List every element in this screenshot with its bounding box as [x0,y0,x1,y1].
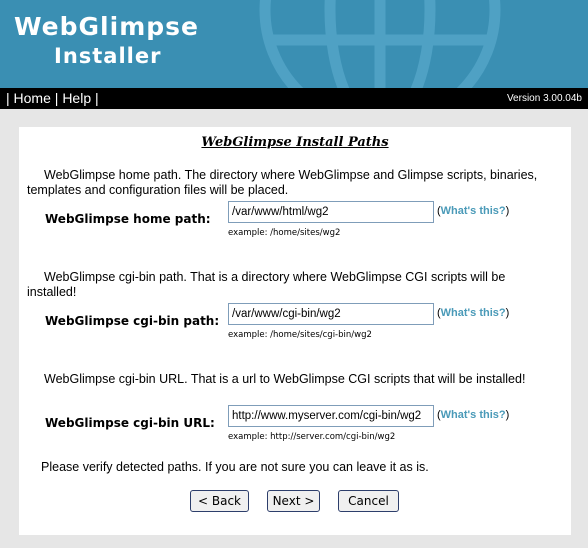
cgi-path-description: WebGlimpse cgi-bin path. That is a direc… [27,270,506,299]
page-title-text: WebGlimpse Install Paths [201,135,389,150]
whats-this-link[interactable]: What's this? [441,205,506,217]
whats-this-link[interactable]: What's this? [441,307,506,319]
version-label: Version 3.00.04b [506,93,582,104]
logo-subtitle: Installer [54,44,162,68]
next-button[interactable]: Next > [267,490,320,512]
nav-help-link[interactable]: Help [62,90,91,106]
cgi-url-help: (What's this?) [437,409,510,421]
nav-home-link[interactable]: Home [14,90,51,106]
nav-separator: | [6,90,10,106]
cancel-button[interactable]: Cancel [338,490,399,512]
cgi-url-label: WebGlimpse cgi-bin URL: [45,416,215,430]
page-title: WebGlimpse Install Paths [19,135,571,150]
verify-note: Please verify detected paths. If you are… [41,460,429,474]
home-path-label: WebGlimpse home path: [45,212,211,226]
back-button[interactable]: < Back [190,490,249,512]
nav-links: | Home | Help | [6,90,99,106]
header-banner: WebGlimpse Installer [0,0,588,88]
home-path-example: example: /home/sites/wg2 [228,228,341,238]
cgi-path-example: example: /home/sites/cgi-bin/wg2 [228,330,372,340]
cgi-path-help: (What's this?) [437,307,510,319]
whats-this-link[interactable]: What's this? [441,409,506,421]
home-path-input[interactable] [228,201,434,223]
install-paths-panel: WebGlimpse Install Paths WebGlimpse home… [19,127,571,535]
logo-title: WebGlimpse [14,12,199,41]
nav-bar: | Home | Help | Version 3.00.04b [0,88,588,109]
home-path-help: (What's this?) [437,205,510,217]
cgi-url-input[interactable] [228,405,434,427]
cgi-url-description: WebGlimpse cgi-bin URL. That is a url to… [44,372,526,386]
cgi-path-input[interactable] [228,303,434,325]
nav-separator: | [54,90,59,106]
cgi-path-label: WebGlimpse cgi-bin path: [45,314,220,328]
cgi-url-example: example: http://server.com/cgi-bin/wg2 [228,432,396,442]
nav-separator: | [95,90,99,106]
home-path-description: WebGlimpse home path. The directory wher… [27,168,538,197]
